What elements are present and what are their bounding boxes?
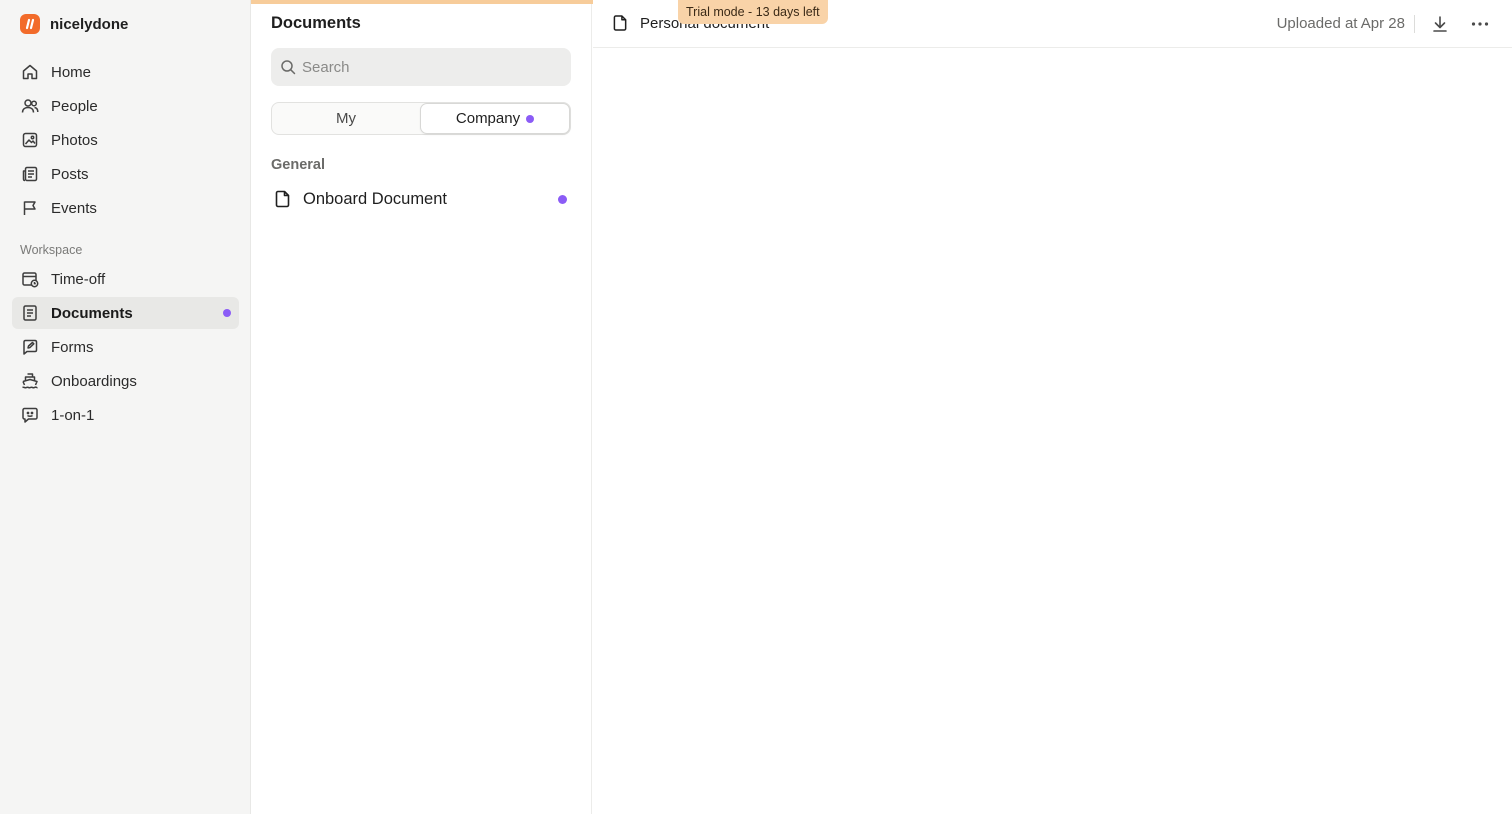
documents-panel: Documents My Company General Onboard Doc… bbox=[252, 0, 592, 814]
sidebar-item-label: Time-off bbox=[51, 270, 106, 288]
sidebar-item-label: Photos bbox=[51, 131, 98, 149]
sidebar: nicelydone Home People Photos Posts Even… bbox=[0, 0, 251, 814]
brand-logo-icon bbox=[20, 14, 40, 34]
tab-label: My bbox=[336, 110, 356, 127]
image-icon bbox=[21, 131, 39, 149]
document-icon bbox=[271, 190, 295, 208]
sidebar-item-label: Documents bbox=[51, 304, 133, 322]
document-icon bbox=[613, 14, 628, 32]
trial-badge[interactable]: Trial mode - 13 days left bbox=[678, 0, 828, 24]
calendar-clock-icon bbox=[21, 270, 39, 288]
brand[interactable]: nicelydone bbox=[20, 13, 128, 35]
notification-dot bbox=[223, 309, 231, 317]
sidebar-item-label: Posts bbox=[51, 165, 89, 183]
tab-company[interactable]: Company bbox=[420, 103, 570, 134]
divider bbox=[1414, 15, 1415, 33]
form-edit-icon bbox=[21, 338, 39, 356]
brand-name: nicelydone bbox=[50, 15, 129, 33]
panel-title: Documents bbox=[271, 14, 361, 32]
search-icon bbox=[280, 59, 296, 75]
main-nav: Home People Photos Posts Events bbox=[12, 56, 239, 226]
sidebar-item-documents[interactable]: Documents bbox=[12, 297, 239, 329]
document-list-item[interactable]: Onboard Document bbox=[271, 184, 571, 214]
sidebar-item-photos[interactable]: Photos bbox=[12, 124, 239, 156]
scope-toggle: My Company bbox=[271, 102, 571, 135]
sidebar-item-label: Forms bbox=[51, 338, 94, 356]
workspace-nav: Time-off Documents Forms Onboardings 1-o… bbox=[12, 263, 239, 433]
sidebar-item-time-off[interactable]: Time-off bbox=[12, 263, 239, 295]
home-icon bbox=[21, 63, 39, 81]
uploaded-date: Uploaded at Apr 28 bbox=[1276, 15, 1405, 32]
chat-face-icon bbox=[21, 406, 39, 424]
sidebar-item-posts[interactable]: Posts bbox=[12, 158, 239, 190]
sidebar-item-1-on-1[interactable]: 1-on-1 bbox=[12, 399, 239, 431]
sidebar-item-events[interactable]: Events bbox=[12, 192, 239, 224]
more-options-button[interactable] bbox=[1468, 12, 1492, 36]
sidebar-item-people[interactable]: People bbox=[12, 90, 239, 122]
people-icon bbox=[21, 97, 39, 115]
group-label-general: General bbox=[271, 157, 325, 173]
newspaper-icon bbox=[21, 165, 39, 183]
search-input[interactable] bbox=[302, 58, 552, 76]
flag-icon bbox=[21, 199, 39, 217]
sidebar-item-label: People bbox=[51, 97, 98, 115]
sidebar-item-home[interactable]: Home bbox=[12, 56, 239, 88]
workspace-section-label: Workspace bbox=[20, 243, 83, 257]
search-box[interactable] bbox=[271, 48, 571, 86]
sidebar-item-onboardings[interactable]: Onboardings bbox=[12, 365, 239, 397]
sidebar-item-label: 1-on-1 bbox=[51, 406, 95, 424]
sidebar-item-label: Events bbox=[51, 199, 97, 217]
tab-my[interactable]: My bbox=[272, 103, 420, 134]
document-list-icon bbox=[21, 304, 39, 322]
download-icon bbox=[1432, 15, 1448, 33]
document-name: Onboard Document bbox=[303, 189, 447, 208]
ship-icon bbox=[21, 372, 39, 390]
unread-dot bbox=[558, 195, 567, 204]
tab-label: Company bbox=[455, 110, 521, 127]
sidebar-item-forms[interactable]: Forms bbox=[12, 331, 239, 363]
download-button[interactable] bbox=[1428, 12, 1452, 36]
sidebar-item-label: Onboardings bbox=[51, 372, 137, 390]
sidebar-item-label: Home bbox=[51, 63, 92, 81]
document-viewer: Personal document Uploaded at Apr 28 bbox=[593, 0, 1512, 814]
notification-dot bbox=[526, 114, 535, 123]
more-icon bbox=[1471, 21, 1489, 27]
